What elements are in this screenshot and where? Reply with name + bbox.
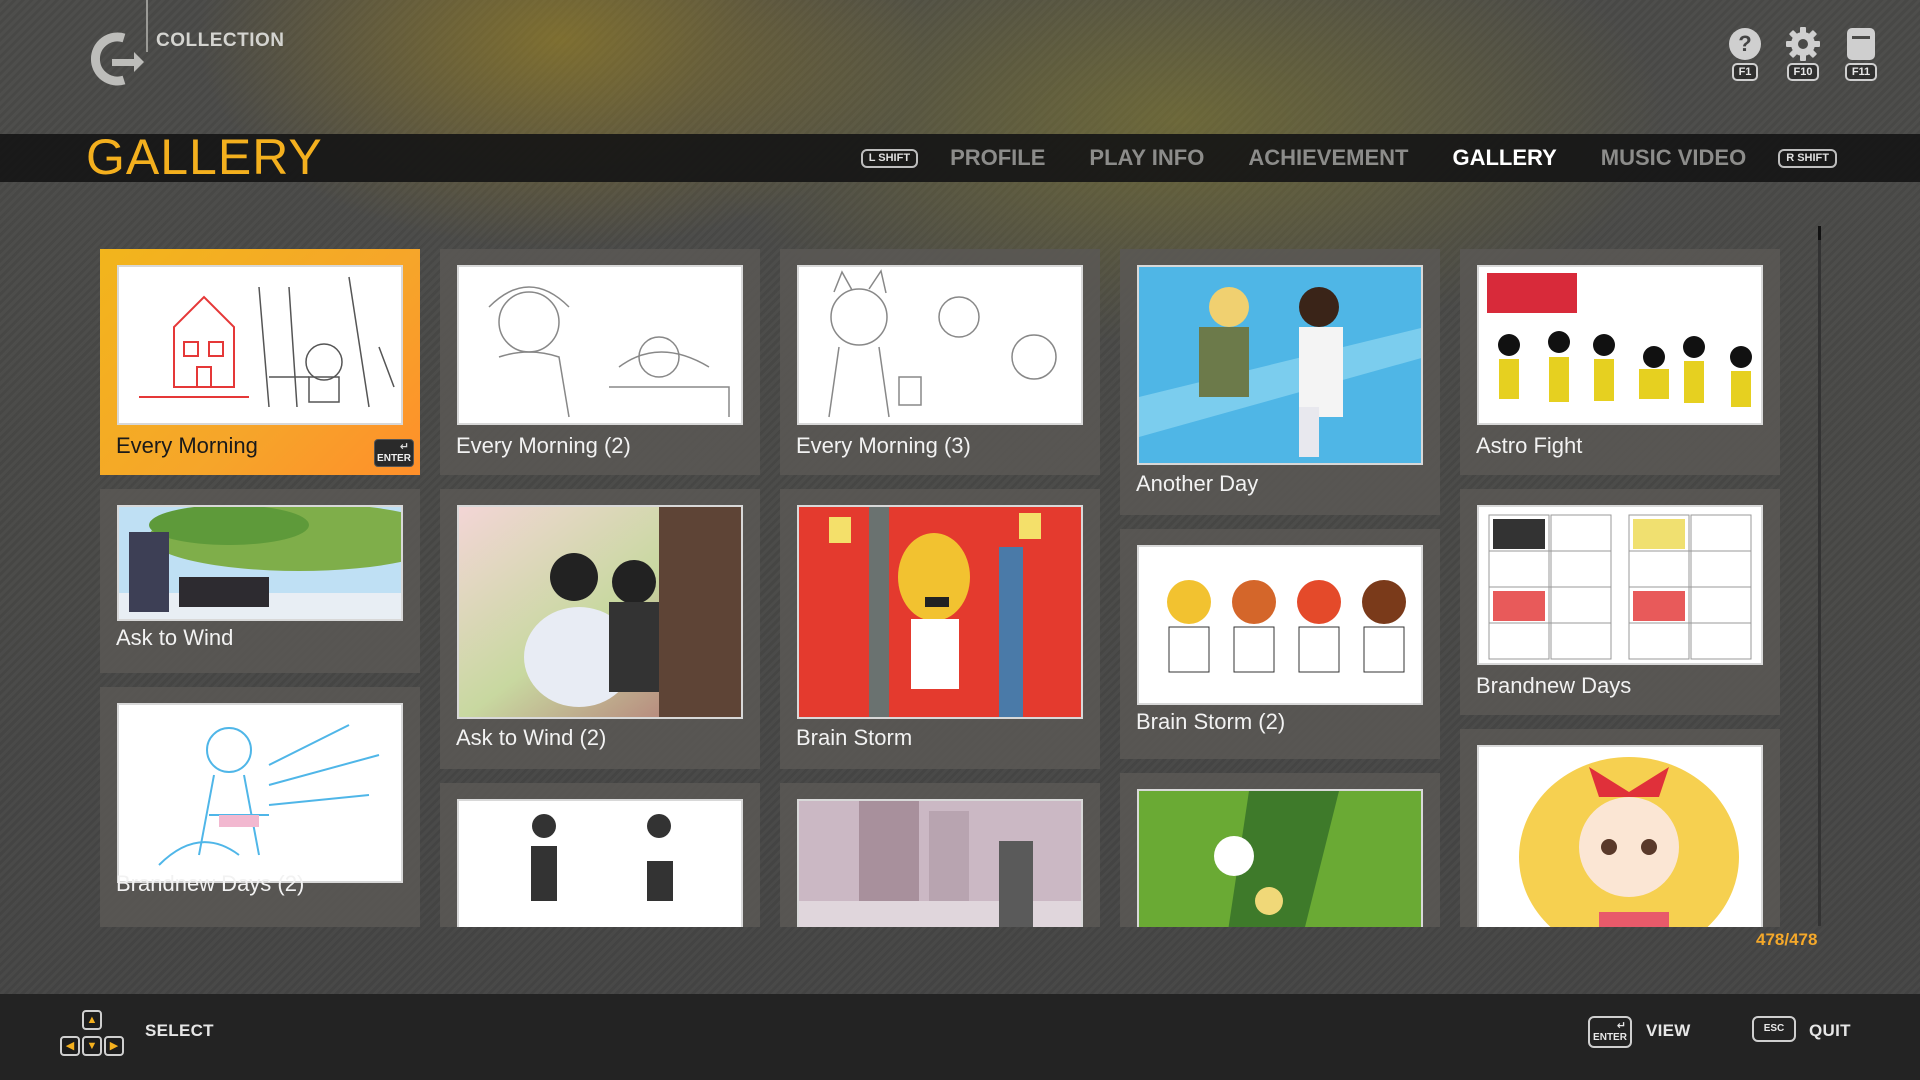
- thumbnail-sleeping-sketch: [457, 265, 743, 425]
- tab-play-info[interactable]: PLAY INFO: [1089, 145, 1204, 171]
- next-tab-key[interactable]: R SHIFT: [1778, 148, 1837, 168]
- gallery-item[interactable]: Brandnew Days: [1460, 489, 1780, 715]
- gallery-item-title: Every Morning: [116, 433, 258, 458]
- exit-key: F11: [1844, 63, 1878, 81]
- gear-icon: [1786, 27, 1820, 61]
- thumbnail-brain-storm-2: [1137, 545, 1423, 705]
- gallery-item[interactable]: Brain Storm (2): [1120, 529, 1440, 759]
- enter-badge: ENTER: [374, 439, 414, 467]
- gallery-item[interactable]: Brandnew Days (2): [100, 687, 420, 927]
- thumbnail-tree-scene: [117, 505, 403, 621]
- exit-button[interactable]: F11: [1842, 26, 1880, 81]
- dpad-icon: ▲ ◀ ▼ ▶: [60, 1010, 128, 1060]
- thumbnail-storyboard: [1477, 505, 1763, 665]
- gallery-item-title: Brandnew Days (2): [116, 871, 305, 896]
- arrow-down-icon: ▼: [82, 1036, 102, 1056]
- gallery-item[interactable]: Brain Storm: [780, 489, 1100, 769]
- page-title: GALLERY: [86, 129, 323, 185]
- gallery-item[interactable]: [440, 783, 760, 927]
- nav-bar: GALLERY L SHIFT PROFILE PLAY INFO ACHIEV…: [0, 129, 1920, 185]
- system-buttons: ? F1 F10 F11: [1726, 26, 1880, 81]
- prev-tab-key[interactable]: L SHIFT: [860, 148, 919, 168]
- help-icon: ?: [1729, 28, 1761, 60]
- gallery-item[interactable]: Ask to Wind: [100, 489, 420, 673]
- thumbnail-two-girls-sketch: [457, 799, 743, 927]
- gallery-item[interactable]: [1120, 773, 1440, 927]
- gallery-item[interactable]: [1460, 729, 1780, 927]
- thumbnail-brain-storm: [797, 505, 1083, 719]
- gallery-item[interactable]: Ask to Wind (2): [440, 489, 760, 769]
- view-hint: VIEW: [1646, 1021, 1691, 1040]
- gallery-item[interactable]: Another Day: [1120, 249, 1440, 515]
- gallery-item-title: Ask to Wind: [116, 625, 234, 650]
- gallery-item[interactable]: Every Morning (2): [440, 249, 760, 475]
- settings-button[interactable]: F10: [1784, 26, 1822, 81]
- arrow-up-icon: ▲: [82, 1010, 102, 1030]
- quit-key[interactable]: ESC: [1752, 1016, 1796, 1042]
- view-key[interactable]: ENTER: [1588, 1016, 1632, 1048]
- scrollbar-thumb[interactable]: [1818, 226, 1821, 240]
- settings-key: F10: [1786, 63, 1820, 81]
- item-counter: 478/478: [1756, 930, 1818, 949]
- gallery-item[interactable]: Every Morning ENTER: [100, 249, 420, 475]
- gallery-item-title: Brain Storm (2): [1136, 709, 1286, 734]
- thumbnail-green-scene: [1137, 789, 1423, 927]
- quit-hint: QUIT: [1809, 1021, 1851, 1040]
- exit-icon: [1847, 28, 1875, 60]
- gallery-item-title: Ask to Wind (2): [456, 725, 607, 750]
- thumbnail-blue-sketch: [117, 703, 403, 883]
- tab-profile[interactable]: PROFILE: [950, 145, 1045, 171]
- gallery-item-title: Brandnew Days: [1476, 673, 1632, 698]
- gallery-scrollbar[interactable]: [1818, 226, 1821, 926]
- gallery-item-title: Every Morning (3): [796, 433, 971, 458]
- gallery-item[interactable]: Every Morning (3): [780, 249, 1100, 475]
- section-label: COLLECTION: [156, 30, 285, 51]
- arrow-right-icon: ▶: [104, 1036, 124, 1056]
- gallery-item-title: Astro Fight: [1476, 433, 1583, 458]
- select-hint: SELECT: [145, 1021, 214, 1040]
- thumbnail-sketch-house: [117, 265, 403, 425]
- help-key: F1: [1731, 63, 1759, 81]
- gallery-item[interactable]: [780, 783, 1100, 927]
- svg-text:?: ?: [1738, 31, 1751, 56]
- gallery-grid: Every Morning ENTER Ask to Wind: [100, 249, 1780, 927]
- tab-achievement[interactable]: ACHIEVEMENT: [1248, 145, 1408, 171]
- gallery-item-title: Every Morning (2): [456, 433, 631, 458]
- tab-gallery[interactable]: GALLERY: [1452, 145, 1556, 171]
- thumbnail-blonde-girl: [1477, 745, 1763, 927]
- gallery-item-title: Another Day: [1136, 471, 1259, 496]
- gallery-item-title: Brain Storm: [796, 725, 913, 750]
- thumbnail-astro-fight: [1477, 265, 1763, 425]
- thumbnail-flower-field: [457, 505, 743, 719]
- tab-list: L SHIFT PROFILE PLAY INFO ACHIEVEMENT GA…: [851, 134, 1847, 182]
- thumbnail-another-day: [1137, 265, 1423, 465]
- arrow-left-icon: ◀: [60, 1036, 80, 1056]
- help-button[interactable]: ? F1: [1726, 26, 1764, 81]
- gallery-item[interactable]: Astro Fight: [1460, 249, 1780, 475]
- thumbnail-catgirl-sketch: [797, 265, 1083, 425]
- logo-divider: [146, 0, 148, 52]
- footer-bar: ▲ ◀ ▼ ▶ SELECT ENTER VIEW ESC QUIT: [0, 994, 1920, 1080]
- thumbnail-city-scene: [797, 799, 1083, 927]
- tab-music-video[interactable]: MUSIC VIDEO: [1601, 145, 1746, 171]
- app-logo: [86, 30, 144, 88]
